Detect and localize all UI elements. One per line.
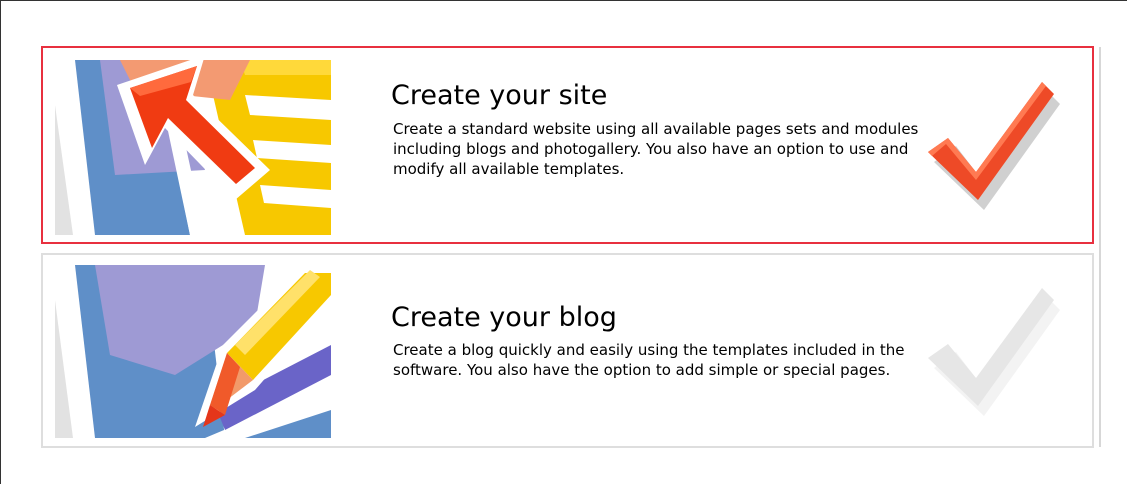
option-title: Create your blog	[391, 302, 617, 333]
option-create-blog[interactable]: Create your blog Create a blog quickly a…	[41, 253, 1094, 448]
site-arrow-illustration	[55, 60, 331, 235]
option-title: Create your site	[391, 80, 608, 111]
scrollbar-track[interactable]	[1099, 47, 1101, 447]
option-create-site[interactable]: Create your site Create a standard websi…	[41, 46, 1094, 244]
checkmark-icon	[926, 80, 1061, 215]
blog-pencil-illustration	[55, 265, 331, 438]
option-description: Create a blog quickly and easily using t…	[393, 341, 905, 379]
checkmark-icon	[926, 286, 1061, 421]
option-description: Create a standard website using all avai…	[393, 120, 919, 178]
wizard-panel: Create your site Create a standard websi…	[0, 0, 1127, 484]
